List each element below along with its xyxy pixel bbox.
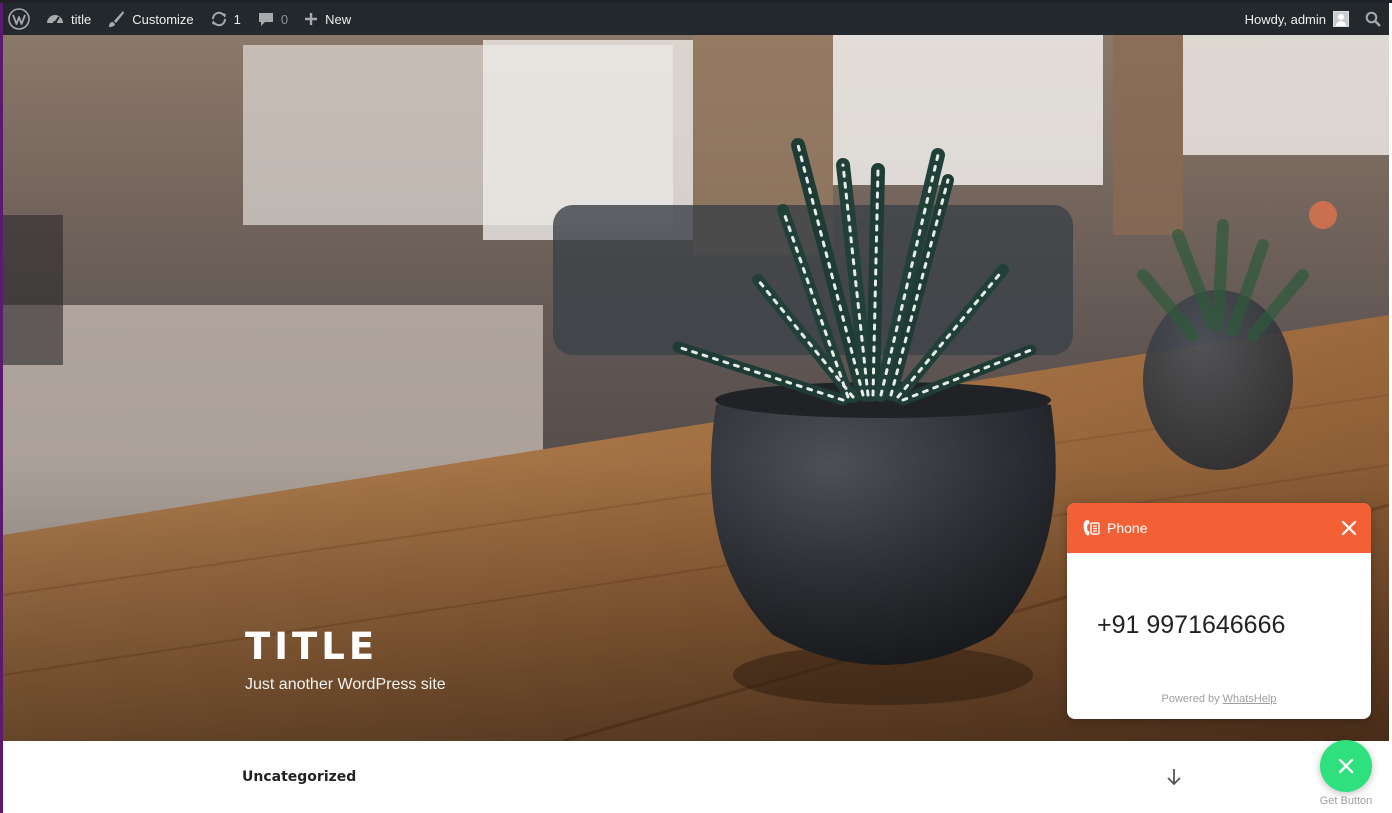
powered-by: Powered by WhatsHelp bbox=[1067, 693, 1371, 705]
howdy-label: Howdy, admin bbox=[1244, 11, 1326, 27]
nav-link-uncategorized[interactable]: Uncategorized bbox=[242, 769, 356, 785]
dashboard-icon bbox=[47, 15, 63, 25]
avatar bbox=[1333, 11, 1349, 27]
comment-icon bbox=[258, 13, 273, 26]
whatshelp-toggle-button[interactable] bbox=[1320, 740, 1372, 792]
my-account-menu[interactable]: Howdy, admin bbox=[1237, 3, 1357, 35]
search-button[interactable] bbox=[1357, 3, 1389, 35]
site-tagline: Just another WordPress site bbox=[245, 676, 446, 693]
site-name-label: title bbox=[71, 11, 92, 27]
admin-bar-top-line bbox=[0, 0, 1392, 3]
customize-label: Customize bbox=[132, 11, 194, 27]
comments-count: 0 bbox=[280, 11, 289, 27]
search-icon bbox=[1365, 11, 1381, 27]
new-content-menu[interactable]: New bbox=[296, 3, 359, 35]
navigation-bar: Uncategorized bbox=[3, 741, 1389, 813]
close-icon[interactable] bbox=[1341, 520, 1357, 536]
close-icon bbox=[1338, 758, 1354, 774]
plus-icon bbox=[305, 13, 318, 25]
phone-icon bbox=[1083, 520, 1100, 536]
new-label: New bbox=[325, 11, 352, 27]
whatshelp-popup: Phone +91 9971646666 Powered by WhatsHel… bbox=[1067, 503, 1371, 719]
updates-link[interactable]: 1 bbox=[202, 3, 249, 35]
phone-number[interactable]: +91 9971646666 bbox=[1097, 611, 1285, 640]
wordpress-logo-icon bbox=[8, 8, 30, 30]
powered-by-prefix: Powered by bbox=[1161, 693, 1220, 705]
updates-count: 1 bbox=[233, 11, 241, 27]
admin-bar: title Customize 1 0 New Howdy, admin bbox=[0, 0, 1392, 35]
site-branding: TITLE Just another WordPress site bbox=[245, 625, 446, 694]
refresh-icon bbox=[211, 11, 226, 27]
paintbrush-icon bbox=[109, 11, 125, 27]
site-title[interactable]: TITLE bbox=[245, 625, 446, 668]
get-button-label[interactable]: Get Button bbox=[1306, 795, 1386, 807]
arrow-down-icon[interactable] bbox=[1165, 767, 1183, 787]
wp-logo-menu[interactable] bbox=[3, 3, 38, 35]
popup-header: Phone bbox=[1067, 503, 1371, 553]
comments-link[interactable]: 0 bbox=[249, 3, 296, 35]
window-edge bbox=[0, 0, 3, 813]
whatshelp-link[interactable]: WhatsHelp bbox=[1223, 693, 1277, 705]
site-name-menu[interactable]: title bbox=[38, 3, 99, 35]
popup-header-label: Phone bbox=[1107, 520, 1148, 536]
customize-link[interactable]: Customize bbox=[99, 3, 201, 35]
